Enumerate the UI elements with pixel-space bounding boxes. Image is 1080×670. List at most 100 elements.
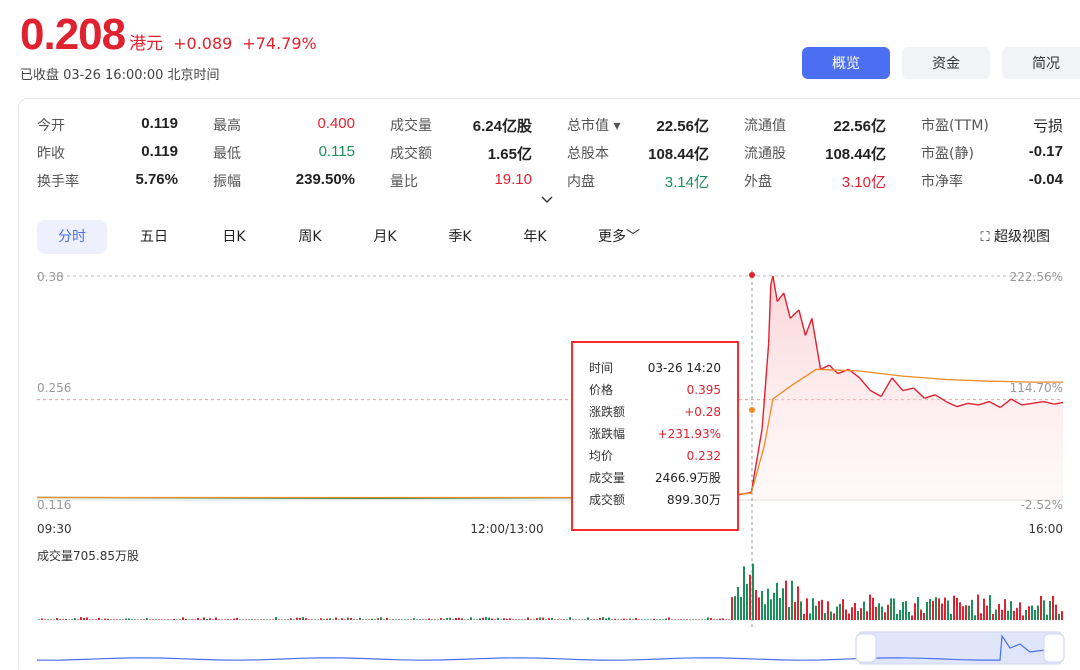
chart-tooltip: 时间 03-26 14:20 价格 0.395 涨跌额 +0.28 涨跌幅 +231.9… <box>571 341 739 531</box>
volume-bar <box>617 619 619 620</box>
volume-bar <box>380 617 382 620</box>
volume-bar <box>221 619 223 620</box>
y-tick-right: 222.56% <box>1010 270 1063 284</box>
volume-bar <box>230 619 232 620</box>
volume-bar <box>998 604 1000 620</box>
volume-bar <box>974 615 976 620</box>
volume-bar <box>539 617 541 620</box>
volume-bar <box>797 586 799 620</box>
volume-bar <box>326 618 328 620</box>
volume-bar <box>203 617 205 620</box>
volume-bar <box>659 619 661 620</box>
volume-bar <box>749 574 751 620</box>
volume-bar <box>314 619 316 620</box>
volume-bar <box>827 601 829 620</box>
volume-bar <box>995 609 997 620</box>
volume-bar <box>557 619 559 620</box>
tooltip-price: 0.395 <box>686 383 721 397</box>
navigator-handle-right <box>1043 633 1065 663</box>
volume-bar <box>908 611 910 620</box>
volume-bar <box>443 619 445 620</box>
volume-bar <box>914 603 916 620</box>
volume-bar <box>404 619 406 620</box>
volume-bar <box>734 596 736 620</box>
volume-bar <box>1034 609 1036 620</box>
y-tick-left: 0.256 <box>37 381 71 395</box>
volume-bar <box>629 618 631 620</box>
volume-bar <box>275 617 277 620</box>
volume-bar <box>128 618 130 620</box>
volume-bar <box>677 619 679 620</box>
tooltip-volume: 2466.9万股 <box>655 471 721 485</box>
volume-bar <box>689 619 691 620</box>
volume-bar <box>587 617 589 620</box>
volume-bar <box>143 619 145 620</box>
volume-bar <box>560 619 562 620</box>
volume-bar <box>530 619 532 620</box>
volume-bar <box>206 618 208 620</box>
volume-bar <box>941 603 943 620</box>
volume-bar <box>131 619 133 620</box>
volume-bar <box>878 603 880 620</box>
volume-bar <box>662 619 664 620</box>
volume-bar <box>488 617 490 620</box>
volume-bar <box>281 619 283 620</box>
volume-bar <box>944 597 946 620</box>
volume-bar <box>329 618 331 620</box>
volume-bar <box>296 617 298 620</box>
volume-bar <box>986 605 988 620</box>
volume-bar <box>122 619 124 620</box>
volume-bar <box>923 612 925 620</box>
volume-bar <box>479 618 481 620</box>
volume-bar <box>830 611 832 620</box>
volume-bar <box>323 619 325 620</box>
volume-bar <box>704 619 706 620</box>
volume-bar <box>458 617 460 620</box>
volume-bar <box>572 619 574 620</box>
volume-bar <box>701 619 703 620</box>
volume-bar <box>1052 595 1054 620</box>
volume-bar <box>707 617 709 620</box>
volume-bar <box>620 619 622 620</box>
volume-bar <box>335 617 337 620</box>
volume-bar <box>407 619 409 620</box>
volume-bar <box>953 595 955 620</box>
intraday-chart[interactable]: 0.38 0.256 0.116 222.56% 114.70% -2.52% 09:30 1… <box>0 0 1080 670</box>
volume-bar <box>566 619 568 620</box>
volume-bar <box>680 619 682 620</box>
volume-bar <box>71 619 73 620</box>
volume-bar <box>863 601 865 620</box>
volume-bar <box>338 619 340 620</box>
volume-bar <box>209 618 211 620</box>
volume-bar <box>311 619 313 620</box>
volume-bar <box>368 619 370 620</box>
volume-bar <box>542 617 544 620</box>
volume-bar <box>401 619 403 620</box>
volume-bar <box>446 617 448 620</box>
volume-bar <box>59 619 61 620</box>
volume-bar <box>809 613 811 620</box>
tooltip-label: 时间 <box>589 361 614 375</box>
volume-bar <box>638 619 640 620</box>
volume-bar <box>173 618 175 620</box>
volume-bar <box>599 617 601 620</box>
volume-bar <box>836 606 838 620</box>
volume-bar <box>905 601 907 620</box>
volume-bar <box>866 611 868 620</box>
volume-bar <box>317 619 319 620</box>
volume-bar <box>440 618 442 620</box>
volume-bar <box>737 586 739 620</box>
volume-bar <box>185 618 187 620</box>
volume-bar <box>98 617 100 620</box>
volume-bar <box>602 617 604 620</box>
volume-bar <box>881 606 883 620</box>
volume-bar <box>191 619 193 620</box>
volume-bar <box>674 619 676 620</box>
volume-bar <box>212 619 214 620</box>
volume-bar <box>464 619 466 620</box>
volume-bar <box>596 619 598 620</box>
volume-bar <box>1004 599 1006 620</box>
volume-bar <box>287 619 289 620</box>
volume-bar <box>1061 611 1063 620</box>
volume-bar <box>869 594 871 620</box>
